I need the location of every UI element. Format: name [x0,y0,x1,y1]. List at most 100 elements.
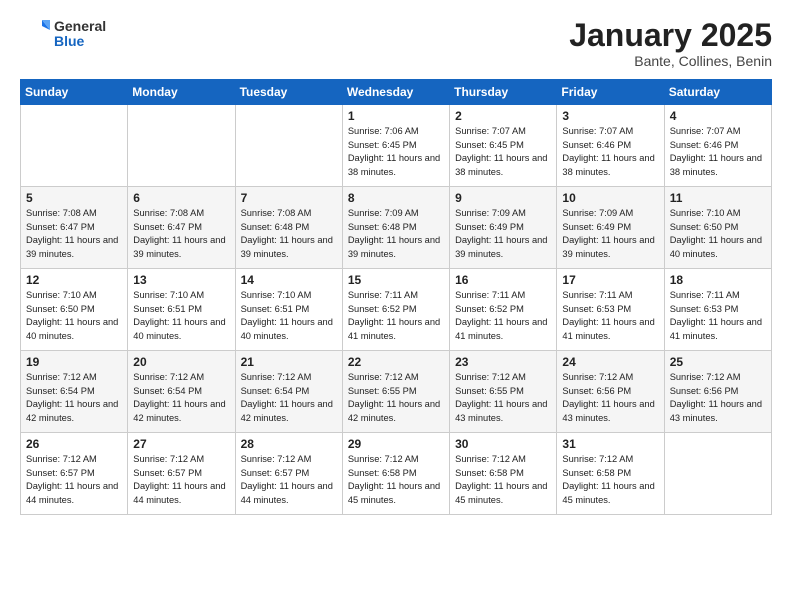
table-row: 30Sunrise: 7:12 AM Sunset: 6:58 PM Dayli… [450,433,557,515]
table-row: 9 Sunrise: 7:09 AM Sunset: 6:49 PM Daylig… [450,187,557,269]
day-number: 3 [562,109,658,123]
day-number: 11 [670,191,766,205]
day-info: Sunrise: 7:07 AM Sunset: 6:46 PM Dayligh… [562,125,658,179]
day-number: 14 [241,273,337,287]
table-row: 22 Sunrise: 7:12 AM Sunset: 6:55 PM Dayli… [342,351,449,433]
day-number: 20 [133,355,229,369]
day-info: Sunrise: 7:08 AM Sunset: 6:48 PM Dayligh… [241,207,337,261]
day-number: 15 [348,273,444,287]
table-row: 14 Sunrise: 7:10 AM Sunset: 6:51 PM Dayli… [235,269,342,351]
calendar-header-row: Sunday Monday Tuesday Wednesday Thursday… [21,80,772,105]
calendar-table: Sunday Monday Tuesday Wednesday Thursday… [20,79,772,515]
table-row: 10 Sunrise: 7:09 AM Sunset: 6:49 PM Dayli… [557,187,664,269]
day-info: Sunrise: 7:10 AM Sunset: 6:50 PM Dayligh… [26,289,122,343]
day-number: 10 [562,191,658,205]
table-row [128,105,235,187]
day-info: Sunrise: 7:08 AM Sunset: 6:47 PM Dayligh… [133,207,229,261]
day-number: 26 [26,437,122,451]
table-row [235,105,342,187]
day-number: 2 [455,109,551,123]
day-info: Sunrise: 7:10 AM Sunset: 6:51 PM Dayligh… [241,289,337,343]
calendar-week-row: 19 Sunrise: 7:12 AM Sunset: 6:54 PM Dayli… [21,351,772,433]
day-number: 12 [26,273,122,287]
header-tuesday: Tuesday [235,80,342,105]
logo-blue: Blue [54,34,106,49]
header-friday: Friday [557,80,664,105]
day-number: 5 [26,191,122,205]
day-number: 7 [241,191,337,205]
day-number: 13 [133,273,229,287]
table-row: 5Sunrise: 7:08 AM Sunset: 6:47 PM Daylig… [21,187,128,269]
table-row [21,105,128,187]
table-row: 29Sunrise: 7:12 AM Sunset: 6:58 PM Dayli… [342,433,449,515]
table-row: 8Sunrise: 7:09 AM Sunset: 6:48 PM Daylig… [342,187,449,269]
header-monday: Monday [128,80,235,105]
logo-icon [20,18,52,50]
header-wednesday: Wednesday [342,80,449,105]
day-number: 25 [670,355,766,369]
day-info: Sunrise: 7:12 AM Sunset: 6:57 PM Dayligh… [26,453,122,507]
page: General Blue January 2025 Bante, Colline… [0,0,792,612]
table-row: 15 Sunrise: 7:11 AM Sunset: 6:52 PM Dayli… [342,269,449,351]
calendar-week-row: 5 Sunrise: 7:08 AM Sunset: 6:47 PM Daylig… [21,187,772,269]
day-info: Sunrise: 7:11 AM Sunset: 6:53 PM Dayligh… [670,289,766,343]
day-number: 24 [562,355,658,369]
header-sunday: Sunday [21,80,128,105]
table-row: 17Sunrise: 7:11 AM Sunset: 6:53 PM Dayli… [557,269,664,351]
logo-general: General [54,19,106,34]
day-info: Sunrise: 7:07 AM Sunset: 6:45 PM Dayligh… [455,125,551,179]
day-info: Sunrise: 7:07 AM Sunset: 6:46 PM Dayligh… [670,125,766,179]
day-info: Sunrise: 7:11 AM Sunset: 6:53 PM Dayligh… [562,289,658,343]
calendar-week-row: 26 Sunrise: 7:12 AM Sunset: 6:57 PM Dayli… [21,433,772,515]
day-info: Sunrise: 7:12 AM Sunset: 6:54 PM Dayligh… [133,371,229,425]
table-row: 20 Sunrise: 7:12 AM Sunset: 6:54 PM Dayli… [128,351,235,433]
calendar-title: January 2025 [569,18,772,53]
logo-text: General Blue [20,18,106,50]
day-info: Sunrise: 7:09 AM Sunset: 6:49 PM Dayligh… [562,207,658,261]
table-row: 3 Sunrise: 7:07 AM Sunset: 6:46 PM Daylig… [557,105,664,187]
day-number: 8 [348,191,444,205]
table-row: 7 Sunrise: 7:08 AM Sunset: 6:48 PM Daylig… [235,187,342,269]
day-info: Sunrise: 7:09 AM Sunset: 6:49 PM Dayligh… [455,207,551,261]
calendar-week-row: 1Sunrise: 7:06 AM Sunset: 6:45 PM Daylig… [21,105,772,187]
table-row: 13Sunrise: 7:10 AM Sunset: 6:51 PM Dayli… [128,269,235,351]
table-row: 2 Sunrise: 7:07 AM Sunset: 6:45 PM Daylig… [450,105,557,187]
day-number: 21 [241,355,337,369]
day-info: Sunrise: 7:11 AM Sunset: 6:52 PM Dayligh… [455,289,551,343]
day-number: 9 [455,191,551,205]
table-row: 12 Sunrise: 7:10 AM Sunset: 6:50 PM Dayli… [21,269,128,351]
table-row: 28 Sunrise: 7:12 AM Sunset: 6:57 PM Dayli… [235,433,342,515]
day-info: Sunrise: 7:12 AM Sunset: 6:58 PM Dayligh… [562,453,658,507]
table-row: 27Sunrise: 7:12 AM Sunset: 6:57 PM Dayli… [128,433,235,515]
table-row [664,433,771,515]
header-saturday: Saturday [664,80,771,105]
day-info: Sunrise: 7:12 AM Sunset: 6:57 PM Dayligh… [241,453,337,507]
table-row: 6 Sunrise: 7:08 AM Sunset: 6:47 PM Daylig… [128,187,235,269]
day-number: 23 [455,355,551,369]
table-row: 31 Sunrise: 7:12 AM Sunset: 6:58 PM Dayli… [557,433,664,515]
day-info: Sunrise: 7:06 AM Sunset: 6:45 PM Dayligh… [348,125,444,179]
day-info: Sunrise: 7:10 AM Sunset: 6:50 PM Dayligh… [670,207,766,261]
day-info: Sunrise: 7:12 AM Sunset: 6:56 PM Dayligh… [670,371,766,425]
table-row: 21Sunrise: 7:12 AM Sunset: 6:54 PM Dayli… [235,351,342,433]
day-number: 6 [133,191,229,205]
logo: General Blue [20,18,106,50]
table-row: 23Sunrise: 7:12 AM Sunset: 6:55 PM Dayli… [450,351,557,433]
day-number: 31 [562,437,658,451]
day-number: 19 [26,355,122,369]
table-row: 24Sunrise: 7:12 AM Sunset: 6:56 PM Dayli… [557,351,664,433]
day-info: Sunrise: 7:11 AM Sunset: 6:52 PM Dayligh… [348,289,444,343]
day-info: Sunrise: 7:12 AM Sunset: 6:58 PM Dayligh… [348,453,444,507]
header-thursday: Thursday [450,80,557,105]
day-number: 30 [455,437,551,451]
table-row: 19Sunrise: 7:12 AM Sunset: 6:54 PM Dayli… [21,351,128,433]
calendar-week-row: 12 Sunrise: 7:10 AM Sunset: 6:50 PM Dayli… [21,269,772,351]
day-info: Sunrise: 7:12 AM Sunset: 6:55 PM Dayligh… [348,371,444,425]
table-row: 25 Sunrise: 7:12 AM Sunset: 6:56 PM Dayli… [664,351,771,433]
header: General Blue January 2025 Bante, Colline… [20,18,772,69]
table-row: 4Sunrise: 7:07 AM Sunset: 6:46 PM Daylig… [664,105,771,187]
day-number: 28 [241,437,337,451]
day-number: 22 [348,355,444,369]
table-row: 26 Sunrise: 7:12 AM Sunset: 6:57 PM Dayli… [21,433,128,515]
day-number: 18 [670,273,766,287]
